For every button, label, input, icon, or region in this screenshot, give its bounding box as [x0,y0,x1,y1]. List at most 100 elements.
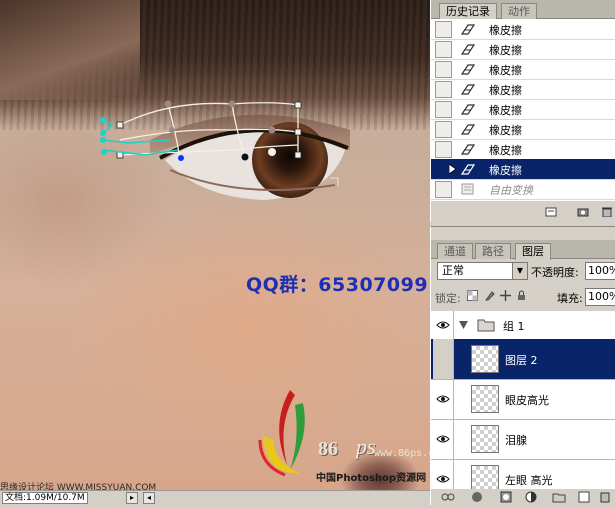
delete-state-icon[interactable] [601,207,613,217]
history-item-label: 橡皮擦 [489,44,522,57]
layer-thumbnail[interactable] [471,385,499,413]
new-group-icon[interactable] [552,493,566,503]
visibility-toggle[interactable] [433,419,454,459]
chevron-down-icon[interactable]: ▼ [512,263,527,279]
eye-icon [436,435,450,443]
eraser-icon [460,144,476,155]
site-logo-icon [258,390,305,477]
blend-mode-select[interactable]: 正常 ▼ [437,262,528,280]
layer-name: 左眼 高光 [505,474,553,487]
tab-channels[interactable]: 通道 [437,243,473,259]
eye-icon [436,321,450,329]
free-transform-icon [461,183,474,195]
history-item-label: 橡皮擦 [489,104,522,117]
link-layers-icon[interactable] [441,493,455,501]
history-item[interactable]: 橡皮擦 [431,59,615,80]
history-item[interactable]: 橡皮擦 [431,19,615,40]
eye-photo [100,100,350,200]
tab-layers[interactable]: 图层 [515,243,551,260]
watermark-ps: ps [356,434,376,459]
layer-thumbnail[interactable] [471,345,499,373]
lock-pixels-icon[interactable] [484,290,495,301]
scroll-left-icon[interactable]: ◂ [143,492,155,504]
visibility-toggle[interactable] [433,311,454,339]
history-item-label: 橡皮擦 [489,124,522,137]
layer-row[interactable]: 眼皮高光 [431,379,615,420]
visibility-toggle[interactable] [433,379,454,419]
status-menu-arrow-icon[interactable]: ▸ [126,492,138,504]
history-source-checkbox[interactable] [435,41,452,58]
snapshot-icon[interactable] [577,207,589,217]
layer-thumbnail[interactable] [471,465,499,489]
lock-all-icon[interactable] [516,290,527,301]
history-source-checkbox[interactable] [435,81,452,98]
history-source-checkbox[interactable] [435,101,452,118]
forum-watermark: 思缘设计论坛 WWW.MISSYUAN.COM [0,483,157,490]
new-layer-icon[interactable] [578,491,590,503]
eraser-icon [460,124,476,135]
layer-name: 眼皮高光 [505,394,549,407]
visibility-toggle[interactable] [433,339,454,379]
history-item-label: 橡皮擦 [489,64,522,77]
eye-icon [436,475,450,483]
history-source-checkbox[interactable] [435,61,452,78]
layers-tabs: 通道 路径 图层 [431,240,615,260]
eraser-icon [460,104,476,115]
fill-input[interactable]: 100% [585,288,615,306]
history-item[interactable]: 橡皮擦 [431,39,615,60]
history-item-label: 橡皮擦 [489,144,522,157]
history-item[interactable]: 自由变换 [431,179,615,200]
layer-name: 图层 2 [505,354,538,367]
history-source-checkbox[interactable] [435,21,452,38]
watermark-url: www.86ps.com [374,448,430,459]
layer-row[interactable]: 左眼 高光 [431,459,615,489]
history-state-slider-icon[interactable] [449,164,457,174]
history-item[interactable]: 橡皮擦 [431,99,615,120]
history-source-checkbox[interactable] [435,141,452,158]
folder-icon [477,319,495,332]
history-tabs: 历史记录 动作 [431,0,615,20]
blend-mode-value: 正常 [442,264,464,277]
history-list: 橡皮擦 橡皮擦 橡皮擦 橡皮擦 橡皮擦 橡皮擦 橡皮擦 橡皮擦 自由变换 [431,19,615,201]
opacity-input[interactable]: 100% [585,262,615,280]
lock-transparent-icon[interactable] [467,290,478,301]
document-canvas[interactable]: QQ群：65307099 86 ps www.86ps.com 中国Photos… [0,0,430,490]
opacity-label: 不透明度: [531,266,579,279]
group-expand-arrow-icon[interactable] [459,321,468,329]
layer-row[interactable]: 图层 2 [431,339,615,380]
layer-group-row[interactable]: 组 1 [431,311,615,340]
history-footer [431,202,615,222]
status-bar: 文档:1.09M/10.7M ▸ ◂ [0,490,430,505]
layer-mask-icon[interactable] [500,491,512,503]
tab-actions[interactable]: 动作 [501,3,537,19]
qq-group-text: QQ群：65307099 [246,274,429,296]
history-item[interactable]: 橡皮擦 [431,159,615,180]
history-panel: 历史记录 动作 橡皮擦 橡皮擦 橡皮擦 橡皮擦 橡皮擦 橡皮擦 橡皮擦 橡皮擦 自由变换 [430,0,615,222]
eraser-icon [460,84,476,95]
adjustment-layer-icon[interactable] [525,491,537,503]
history-source-checkbox[interactable] [435,121,452,138]
tab-history[interactable]: 历史记录 [439,3,497,20]
layer-row[interactable]: 泪腺 [431,419,615,460]
new-document-icon[interactable] [545,207,557,217]
history-item[interactable]: 橡皮擦 [431,139,615,160]
layer-style-icon[interactable] [472,492,482,502]
layers-footer [431,489,615,505]
eraser-icon [460,24,476,35]
layer-thumbnail[interactable] [471,425,499,453]
eraser-icon [460,64,476,75]
tab-paths[interactable]: 路径 [475,243,511,259]
document-size[interactable]: 文档:1.09M/10.7M [2,492,88,504]
history-item-label: 自由变换 [489,184,533,197]
visibility-toggle[interactable] [433,459,454,489]
eye-icon [436,395,450,403]
layer-list: 组 1 图层 2 眼皮高光泪腺左眼 高光 [431,311,615,489]
lock-position-icon[interactable] [500,290,511,301]
history-item[interactable]: 橡皮擦 [431,79,615,100]
delete-layer-icon[interactable] [600,492,610,503]
history-item[interactable]: 橡皮擦 [431,119,615,140]
group-name: 组 1 [503,320,525,333]
fill-label: 填充: [557,292,583,305]
history-source-checkbox[interactable] [435,181,452,198]
watermark-86: 86 [318,438,338,460]
